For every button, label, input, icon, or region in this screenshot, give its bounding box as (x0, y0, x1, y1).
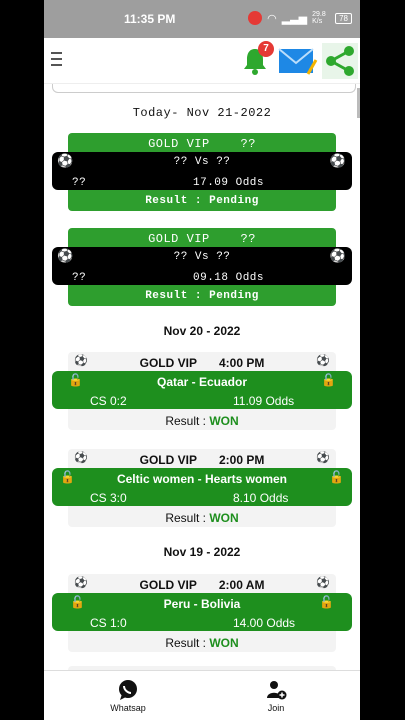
share-icon[interactable] (322, 43, 358, 79)
nav-label: Join (267, 703, 285, 713)
nav-label: Whatsap (110, 703, 146, 713)
match-name: Qatar - Ecuador (156, 375, 248, 389)
match-name: Celtic women - Hearts women (116, 472, 288, 486)
card-title: GOLD VIP ?? (148, 232, 256, 246)
won-tip-card[interactable]: ⚽ ⚽ GOLD VIP 2:00 PM 🔓 🔓 Celtic women - H… (52, 449, 352, 527)
won-tip-card[interactable]: ⚽ ⚽ GOLD VIP 2:00 AM 🔓 🔓 Peru - Bolivia C… (52, 574, 352, 652)
correct-score: ?? (72, 177, 87, 189)
battery-icon: 78 (335, 12, 352, 24)
card-title: GOLD VIP 4:00 PM (139, 356, 265, 370)
match-vs: ?? Vs ?? (173, 156, 231, 168)
won-tip-card[interactable]: ⚽ ⚽ GOLD VIP 4:00 PM 🔓 🔓 Qatar - Ecuador … (52, 352, 352, 430)
bottom-nav: Whatsap Join (44, 670, 360, 720)
search-box-edge (52, 84, 356, 93)
date-header: Nov 20 - 2022 (163, 324, 241, 338)
result-status: Result : WON (165, 511, 239, 525)
result-status: Result : Pending (145, 195, 259, 207)
result-status: Result : WON (165, 414, 239, 428)
correct-score: ?? (72, 272, 87, 284)
card-title: GOLD VIP ?? (148, 137, 256, 151)
match-row: 🔓 🔓 Qatar - Ecuador CS 0:2 11.09 Odds (52, 371, 352, 409)
status-bar: 11:35 PM ◠ ▂▃▅ 29.8 K/s 78 (44, 0, 360, 38)
date-header: Nov 19 - 2022 (163, 545, 241, 559)
odds-value: 14.00 Odds (233, 616, 296, 630)
correct-score: CS 0:2 (90, 394, 127, 408)
net-speed: 29.8 K/s (312, 11, 326, 25)
odds-value: 09.18 Odds (193, 272, 265, 284)
app-header: 7 (44, 38, 360, 84)
phone-screen: 11:35 PM ◠ ▂▃▅ 29.8 K/s 78 7 Today- Nov … (44, 0, 360, 720)
match-row: ⚽ ⚽ ?? Vs ?? ?? 17.09 Odds (52, 152, 352, 190)
record-icon (248, 11, 263, 25)
date-header-today: Today- Nov 21-2022 (132, 106, 272, 120)
signal-icon: ▂▃▅ (281, 12, 308, 25)
pending-tip-card[interactable]: GOLD VIP ?? ⚽ ⚽ ?? Vs ?? ?? 17.09 Odds R… (52, 133, 352, 211)
correct-score: CS 3:0 (90, 491, 127, 505)
nav-whatsapp[interactable]: Whatsap (88, 679, 168, 713)
correct-score: CS 1:0 (90, 616, 127, 630)
menu-icon[interactable] (51, 52, 62, 70)
match-row: ⚽ ⚽ ?? Vs ?? ?? 09.18 Odds (52, 247, 352, 285)
odds-value: 11.09 Odds (233, 394, 295, 408)
mail-icon[interactable] (278, 47, 318, 75)
notification-badge: 7 (258, 41, 274, 57)
match-vs: ?? Vs ?? (173, 251, 231, 263)
nav-join[interactable]: Join (236, 679, 316, 713)
status-time: 11:35 PM (124, 12, 176, 26)
join-icon (267, 681, 287, 700)
pending-tip-card[interactable]: GOLD VIP ?? ⚽ ⚽ ?? Vs ?? ?? 09.18 Odds R… (52, 228, 352, 306)
odds-value: 17.09 Odds (193, 177, 265, 189)
whatsapp-icon (119, 680, 137, 700)
card-title: GOLD VIP 2:00 PM (139, 453, 265, 467)
odds-value: 8.10 Odds (233, 491, 289, 505)
result-status: Result : WON (165, 636, 239, 650)
match-row: 🔓 🔓 Peru - Bolivia CS 1:0 14.00 Odds (52, 593, 352, 631)
match-row: 🔓 🔓 Celtic women - Hearts women CS 3:0 8… (52, 468, 352, 506)
match-name: Peru - Bolivia (163, 597, 241, 611)
result-status: Result : Pending (145, 290, 259, 302)
status-icons: ◠ ▂▃▅ 29.8 K/s 78 (248, 11, 352, 25)
card-title: GOLD VIP 2:00 AM (139, 578, 265, 592)
wifi-icon: ◠ (267, 12, 277, 25)
content-list[interactable]: Today- Nov 21-2022 GOLD VIP ?? ⚽ ⚽ ?? Vs… (44, 84, 360, 670)
